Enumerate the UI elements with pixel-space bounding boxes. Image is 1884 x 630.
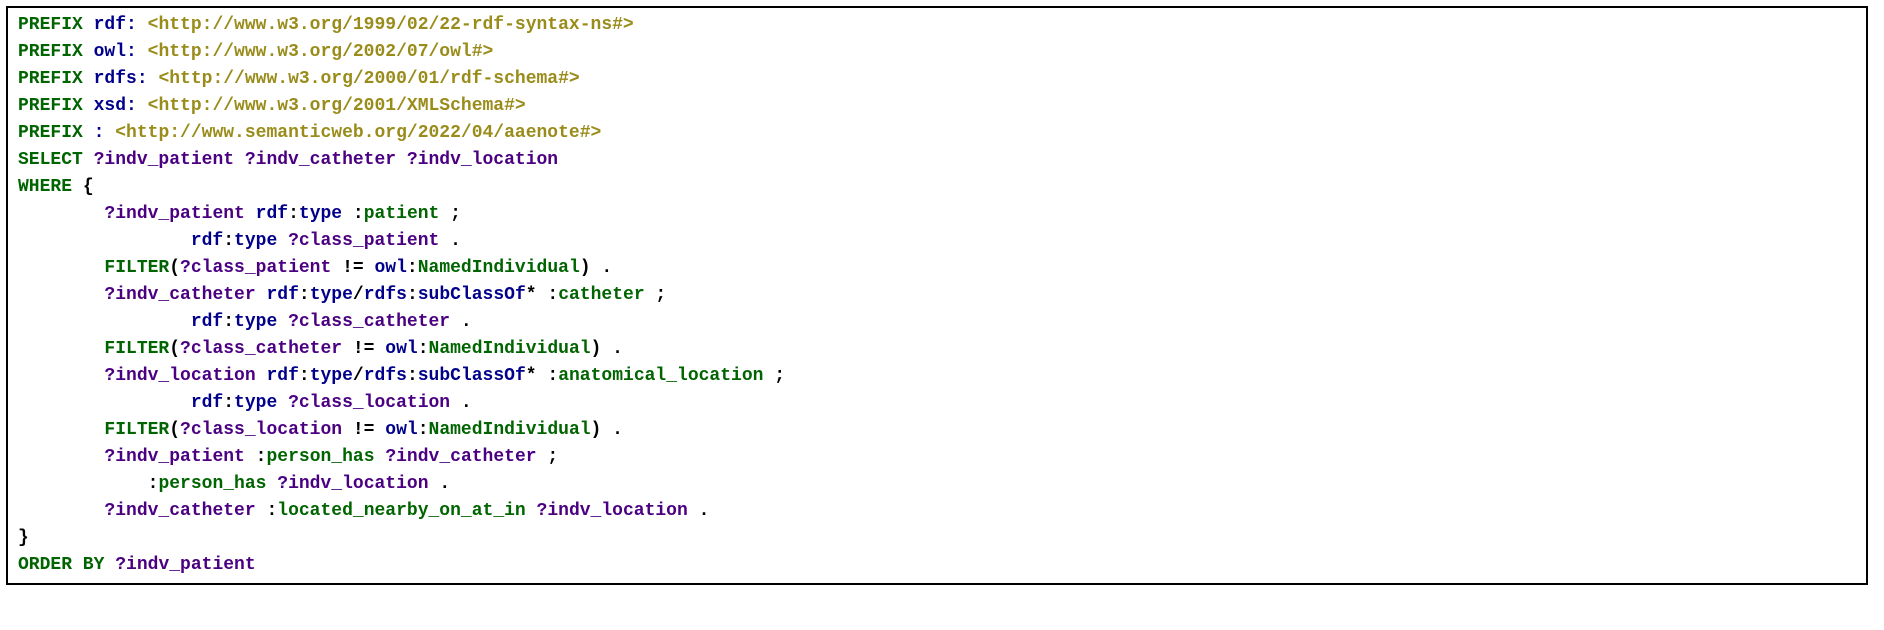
line-1: PREFIX rdf: <http://www.w3.org/1999/02/2… [18,15,634,35]
line-20: } [18,528,29,548]
line-10: FILTER(?class_patient != owl:NamedIndivi… [18,258,612,278]
line-19: ?indv_catheter :located_nearby_on_at_in … [18,501,709,521]
line-3: PREFIX rdfs: <http://www.w3.org/2000/01/… [18,69,580,89]
line-14: ?indv_location rdf:type/rdfs:subClassOf*… [18,366,785,386]
line-13: FILTER(?class_catheter != owl:NamedIndiv… [18,339,623,359]
line-7: WHERE { [18,177,94,197]
line-6: SELECT ?indv_patient ?indv_catheter ?ind… [18,150,558,170]
line-18: :person_has ?indv_location . [18,474,450,494]
line-12: rdf:type ?class_catheter . [18,312,472,332]
sparql-code-block: PREFIX rdf: <http://www.w3.org/1999/02/2… [6,6,1868,585]
line-5: PREFIX : <http://www.semanticweb.org/202… [18,123,601,143]
line-21: ORDER BY ?indv_patient [18,555,256,575]
line-15: rdf:type ?class_location . [18,393,472,413]
line-8: ?indv_patient rdf:type :patient ; [18,204,461,224]
line-11: ?indv_catheter rdf:type/rdfs:subClassOf*… [18,285,666,305]
line-4: PREFIX xsd: <http://www.w3.org/2001/XMLS… [18,96,526,116]
line-17: ?indv_patient :person_has ?indv_catheter… [18,447,558,467]
line-16: FILTER(?class_location != owl:NamedIndiv… [18,420,623,440]
line-2: PREFIX owl: <http://www.w3.org/2002/07/o… [18,42,493,62]
line-9: rdf:type ?class_patient . [18,231,461,251]
